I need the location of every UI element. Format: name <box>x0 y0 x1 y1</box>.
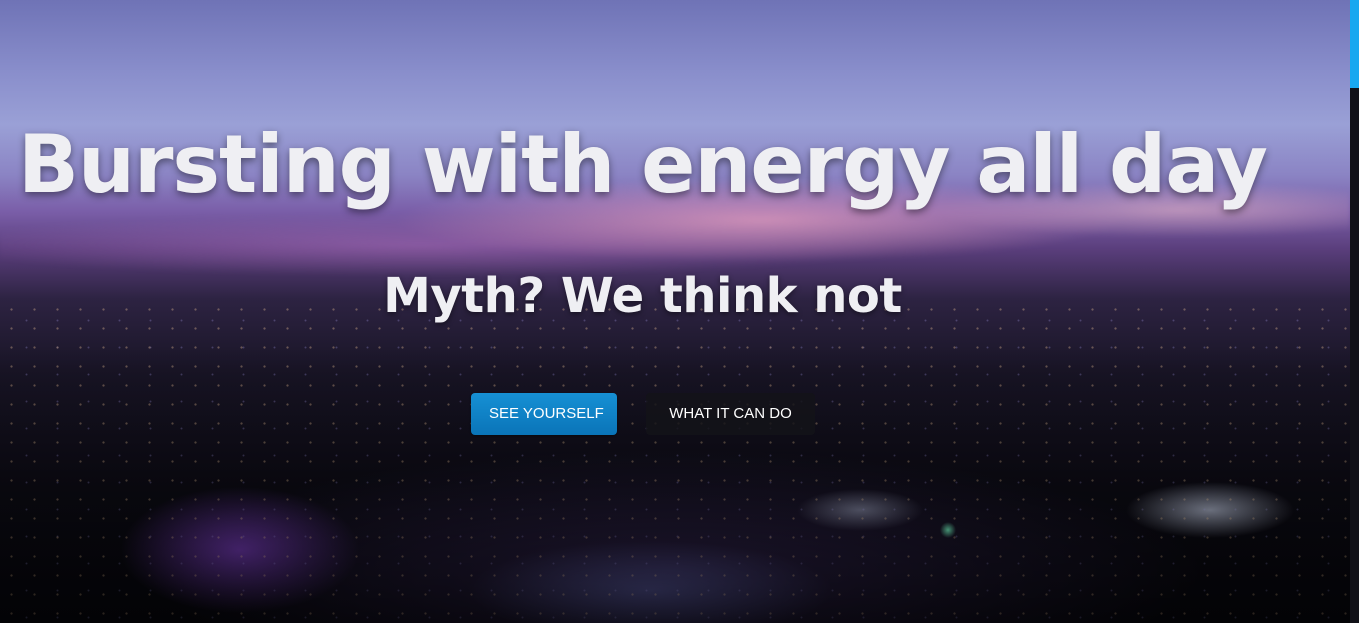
hero-subheadline: Myth? We think not <box>383 268 902 324</box>
see-yourself-button[interactable]: SEE YOURSELF <box>471 393 617 435</box>
hero-section: Bursting with energy all day Myth? We th… <box>0 0 1350 623</box>
page-scrollbar-track[interactable] <box>1350 0 1359 623</box>
hero-headline: Bursting with energy all day <box>18 118 1268 211</box>
what-it-can-do-button[interactable]: WHAT IT CAN DO <box>646 393 815 435</box>
page-scrollbar-thumb[interactable] <box>1350 0 1359 88</box>
